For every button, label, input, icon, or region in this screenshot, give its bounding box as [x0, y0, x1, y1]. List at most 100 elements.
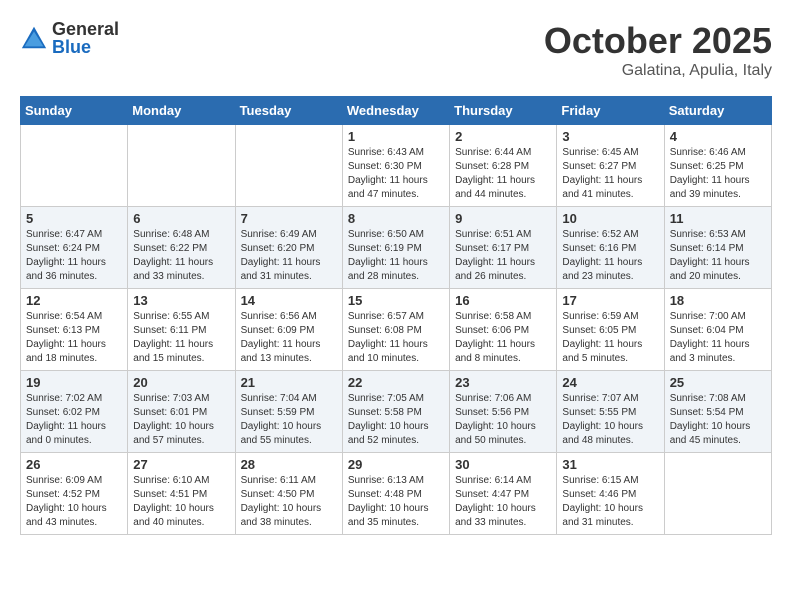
calendar-cell — [235, 125, 342, 207]
logo: General Blue — [20, 20, 119, 56]
day-number: 7 — [241, 211, 337, 226]
day-number: 3 — [562, 129, 658, 144]
calendar-cell: 8 Sunrise: 6:50 AM Sunset: 6:19 PM Daylig… — [342, 207, 449, 289]
day-info: Sunrise: 7:02 AM Sunset: 6:02 PM Dayligh… — [26, 392, 122, 448]
day-info: Sunrise: 7:00 AM Sunset: 6:04 PM Dayligh… — [670, 310, 766, 366]
day-info: Sunrise: 6:45 AM Sunset: 6:27 PM Dayligh… — [562, 146, 658, 202]
day-info: Sunrise: 7:08 AM Sunset: 5:54 PM Dayligh… — [670, 392, 766, 448]
calendar-cell — [664, 453, 771, 535]
day-number: 26 — [26, 457, 122, 472]
day-number: 24 — [562, 375, 658, 390]
day-info: Sunrise: 7:06 AM Sunset: 5:56 PM Dayligh… — [455, 392, 551, 448]
day-number: 18 — [670, 293, 766, 308]
day-number: 10 — [562, 211, 658, 226]
day-info: Sunrise: 6:48 AM Sunset: 6:22 PM Dayligh… — [133, 228, 229, 284]
calendar-cell: 22Sunrise: 7:05 AM Sunset: 5:58 PM Dayli… — [342, 371, 449, 453]
calendar-cell: 10Sunrise: 6:52 AM Sunset: 6:16 PM Dayli… — [557, 207, 664, 289]
day-info: Sunrise: 7:04 AM Sunset: 5:59 PM Dayligh… — [241, 392, 337, 448]
calendar-cell: 7Sunrise: 6:49 AM Sunset: 6:20 PM Daylig… — [235, 207, 342, 289]
day-number: 27 — [133, 457, 229, 472]
calendar-header-row: SundayMondayTuesdayWednesdayThursdayFrid… — [21, 97, 772, 125]
day-header-wednesday: Wednesday — [342, 97, 449, 125]
day-number: 12 — [26, 293, 122, 308]
logo-icon — [20, 24, 48, 52]
day-number: 14 — [241, 293, 337, 308]
calendar-cell: 19 Sunrise: 7:02 AM Sunset: 6:02 PM Dayli… — [21, 371, 128, 453]
day-number: 4 — [670, 129, 766, 144]
page-header: General Blue October 2025 Galatina, Apul… — [20, 20, 772, 80]
day-info: Sunrise: 6:56 AM Sunset: 6:09 PM Dayligh… — [241, 310, 337, 366]
day-header-thursday: Thursday — [450, 97, 557, 125]
day-number: 19 — [26, 375, 122, 390]
calendar-week-row: 5 Sunrise: 6:47 AM Sunset: 6:24 PM Daylig… — [21, 207, 772, 289]
calendar-cell: 31Sunrise: 6:15 AM Sunset: 4:46 PM Dayli… — [557, 453, 664, 535]
day-number: 15 — [348, 293, 444, 308]
day-number: 8 — [348, 211, 444, 226]
day-number: 23 — [455, 375, 551, 390]
calendar-cell: 9Sunrise: 6:51 AM Sunset: 6:17 PM Daylig… — [450, 207, 557, 289]
calendar-week-row: 12Sunrise: 6:54 AM Sunset: 6:13 PM Dayli… — [21, 289, 772, 371]
calendar-cell: 23 Sunrise: 7:06 AM Sunset: 5:56 PM Dayli… — [450, 371, 557, 453]
calendar-cell: 13Sunrise: 6:55 AM Sunset: 6:11 PM Dayli… — [128, 289, 235, 371]
day-info: Sunrise: 6:53 AM Sunset: 6:14 PM Dayligh… — [670, 228, 766, 284]
day-info: Sunrise: 6:58 AM Sunset: 6:06 PM Dayligh… — [455, 310, 551, 366]
day-info: Sunrise: 6:09 AM Sunset: 4:52 PM Dayligh… — [26, 474, 122, 530]
calendar-cell — [128, 125, 235, 207]
day-info: Sunrise: 7:07 AM Sunset: 5:55 PM Dayligh… — [562, 392, 658, 448]
day-number: 20 — [133, 375, 229, 390]
logo-general-text: General — [52, 20, 119, 38]
calendar-cell: 25Sunrise: 7:08 AM Sunset: 5:54 PM Dayli… — [664, 371, 771, 453]
day-header-saturday: Saturday — [664, 97, 771, 125]
calendar-cell: 27 Sunrise: 6:10 AM Sunset: 4:51 PM Dayli… — [128, 453, 235, 535]
calendar-cell: 15 Sunrise: 6:57 AM Sunset: 6:08 PM Dayli… — [342, 289, 449, 371]
calendar-cell: 18 Sunrise: 7:00 AM Sunset: 6:04 PM Dayli… — [664, 289, 771, 371]
day-info: Sunrise: 6:10 AM Sunset: 4:51 PM Dayligh… — [133, 474, 229, 530]
day-info: Sunrise: 6:47 AM Sunset: 6:24 PM Dayligh… — [26, 228, 122, 284]
calendar-cell: 29 Sunrise: 6:13 AM Sunset: 4:48 PM Dayli… — [342, 453, 449, 535]
calendar-cell: 26 Sunrise: 6:09 AM Sunset: 4:52 PM Dayli… — [21, 453, 128, 535]
calendar-cell: 30Sunrise: 6:14 AM Sunset: 4:47 PM Dayli… — [450, 453, 557, 535]
calendar-table: SundayMondayTuesdayWednesdayThursdayFrid… — [20, 96, 772, 535]
calendar-cell: 11 Sunrise: 6:53 AM Sunset: 6:14 PM Dayli… — [664, 207, 771, 289]
calendar-cell: 21Sunrise: 7:04 AM Sunset: 5:59 PM Dayli… — [235, 371, 342, 453]
calendar-cell: 3 Sunrise: 6:45 AM Sunset: 6:27 PM Daylig… — [557, 125, 664, 207]
calendar-cell: 28 Sunrise: 6:11 AM Sunset: 4:50 PM Dayli… — [235, 453, 342, 535]
location-subtitle: Galatina, Apulia, Italy — [544, 62, 772, 80]
calendar-week-row: 19 Sunrise: 7:02 AM Sunset: 6:02 PM Dayli… — [21, 371, 772, 453]
day-info: Sunrise: 7:03 AM Sunset: 6:01 PM Dayligh… — [133, 392, 229, 448]
day-header-sunday: Sunday — [21, 97, 128, 125]
month-title: October 2025 — [544, 20, 772, 62]
calendar-cell: 12Sunrise: 6:54 AM Sunset: 6:13 PM Dayli… — [21, 289, 128, 371]
calendar-cell: 1Sunrise: 6:43 AM Sunset: 6:30 PM Daylig… — [342, 125, 449, 207]
day-info: Sunrise: 6:11 AM Sunset: 4:50 PM Dayligh… — [241, 474, 337, 530]
day-number: 29 — [348, 457, 444, 472]
day-number: 2 — [455, 129, 551, 144]
calendar-cell: 24 Sunrise: 7:07 AM Sunset: 5:55 PM Dayli… — [557, 371, 664, 453]
calendar-cell: 6Sunrise: 6:48 AM Sunset: 6:22 PM Daylig… — [128, 207, 235, 289]
day-number: 22 — [348, 375, 444, 390]
calendar-cell: 2 Sunrise: 6:44 AM Sunset: 6:28 PM Daylig… — [450, 125, 557, 207]
day-number: 11 — [670, 211, 766, 226]
calendar-week-row: 26 Sunrise: 6:09 AM Sunset: 4:52 PM Dayli… — [21, 453, 772, 535]
day-info: Sunrise: 6:50 AM Sunset: 6:19 PM Dayligh… — [348, 228, 444, 284]
day-info: Sunrise: 6:15 AM Sunset: 4:46 PM Dayligh… — [562, 474, 658, 530]
day-info: Sunrise: 6:59 AM Sunset: 6:05 PM Dayligh… — [562, 310, 658, 366]
calendar-cell: 14 Sunrise: 6:56 AM Sunset: 6:09 PM Dayli… — [235, 289, 342, 371]
calendar-cell: 5 Sunrise: 6:47 AM Sunset: 6:24 PM Daylig… — [21, 207, 128, 289]
calendar-cell: 4 Sunrise: 6:46 AM Sunset: 6:25 PM Daylig… — [664, 125, 771, 207]
day-header-friday: Friday — [557, 97, 664, 125]
day-number: 28 — [241, 457, 337, 472]
day-header-tuesday: Tuesday — [235, 97, 342, 125]
calendar-cell — [21, 125, 128, 207]
day-info: Sunrise: 6:44 AM Sunset: 6:28 PM Dayligh… — [455, 146, 551, 202]
calendar-week-row: 1Sunrise: 6:43 AM Sunset: 6:30 PM Daylig… — [21, 125, 772, 207]
title-block: October 2025 Galatina, Apulia, Italy — [544, 20, 772, 80]
day-info: Sunrise: 6:46 AM Sunset: 6:25 PM Dayligh… — [670, 146, 766, 202]
day-info: Sunrise: 6:57 AM Sunset: 6:08 PM Dayligh… — [348, 310, 444, 366]
day-number: 13 — [133, 293, 229, 308]
day-info: Sunrise: 6:13 AM Sunset: 4:48 PM Dayligh… — [348, 474, 444, 530]
day-number: 30 — [455, 457, 551, 472]
day-number: 5 — [26, 211, 122, 226]
calendar-cell: 20 Sunrise: 7:03 AM Sunset: 6:01 PM Dayli… — [128, 371, 235, 453]
day-info: Sunrise: 6:51 AM Sunset: 6:17 PM Dayligh… — [455, 228, 551, 284]
